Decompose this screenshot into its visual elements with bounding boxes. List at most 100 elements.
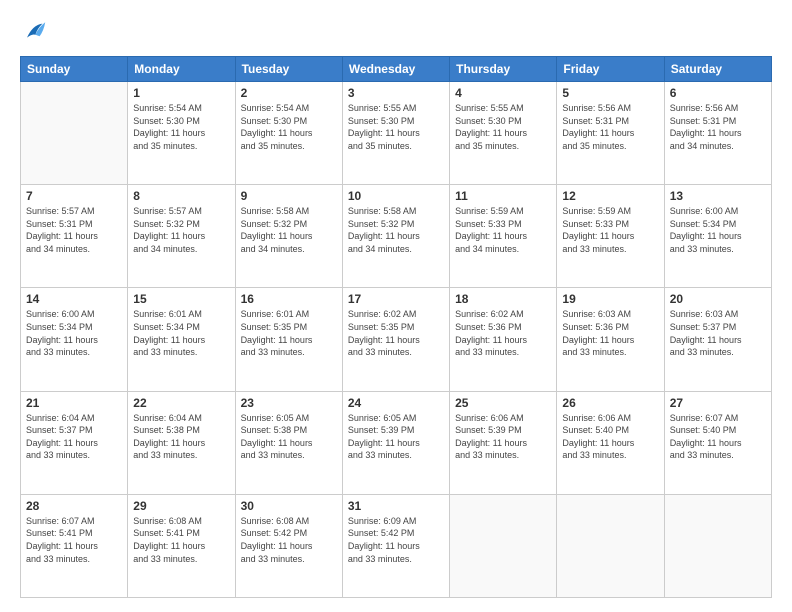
calendar-cell: 10Sunrise: 5:58 AM Sunset: 5:32 PM Dayli… [342, 185, 449, 288]
day-number: 15 [133, 292, 229, 306]
day-info: Sunrise: 5:54 AM Sunset: 5:30 PM Dayligh… [133, 102, 229, 152]
day-info: Sunrise: 5:59 AM Sunset: 5:33 PM Dayligh… [455, 205, 551, 255]
day-info: Sunrise: 6:02 AM Sunset: 5:36 PM Dayligh… [455, 308, 551, 358]
calendar-cell: 7 Sunrise: 5:57 AM Sunset: 5:31 PM Daylig… [21, 185, 128, 288]
calendar-cell [664, 494, 771, 597]
day-number: 3 [348, 86, 444, 100]
day-info: Sunrise: 6:07 AM Sunset: 5:40 PM Dayligh… [670, 412, 766, 462]
calendar-table: SundayMondayTuesdayWednesdayThursdayFrid… [20, 56, 772, 598]
day-info: Sunrise: 6:02 AM Sunset: 5:35 PM Dayligh… [348, 308, 444, 358]
calendar-cell: 24 Sunrise: 6:05 AM Sunset: 5:39 PM Dayli… [342, 391, 449, 494]
calendar-week-1: 1 Sunrise: 5:54 AM Sunset: 5:30 PM Daylig… [21, 82, 772, 185]
calendar-cell [450, 494, 557, 597]
day-number: 6 [670, 86, 766, 100]
calendar-cell: 23Sunrise: 6:05 AM Sunset: 5:38 PM Dayli… [235, 391, 342, 494]
day-number: 7 [26, 189, 122, 203]
day-number: 26 [562, 396, 658, 410]
day-info: Sunrise: 5:55 AM Sunset: 5:30 PM Dayligh… [455, 102, 551, 152]
header [20, 18, 772, 46]
day-number: 1 [133, 86, 229, 100]
calendar-cell: 1 Sunrise: 5:54 AM Sunset: 5:30 PM Daylig… [128, 82, 235, 185]
weekday-header-monday: Monday [128, 57, 235, 82]
calendar-cell: 4 Sunrise: 5:55 AM Sunset: 5:30 PM Daylig… [450, 82, 557, 185]
calendar-cell: 5 Sunrise: 5:56 AM Sunset: 5:31 PM Daylig… [557, 82, 664, 185]
day-info: Sunrise: 5:56 AM Sunset: 5:31 PM Dayligh… [670, 102, 766, 152]
day-number: 28 [26, 499, 122, 513]
calendar-cell: 28 Sunrise: 6:07 AM Sunset: 5:41 PM Dayli… [21, 494, 128, 597]
calendar-cell: 3 Sunrise: 5:55 AM Sunset: 5:30 PM Daylig… [342, 82, 449, 185]
day-info: Sunrise: 5:58 AM Sunset: 5:32 PM Dayligh… [241, 205, 337, 255]
day-number: 12 [562, 189, 658, 203]
calendar-cell: 11 Sunrise: 5:59 AM Sunset: 5:33 PM Dayli… [450, 185, 557, 288]
weekday-header-tuesday: Tuesday [235, 57, 342, 82]
day-info: Sunrise: 5:55 AM Sunset: 5:30 PM Dayligh… [348, 102, 444, 152]
calendar-cell: 14 Sunrise: 6:00 AM Sunset: 5:34 PM Dayli… [21, 288, 128, 391]
calendar-cell: 12 Sunrise: 5:59 AM Sunset: 5:33 PM Dayli… [557, 185, 664, 288]
day-info: Sunrise: 6:00 AM Sunset: 5:34 PM Dayligh… [26, 308, 122, 358]
calendar-cell: 21 Sunrise: 6:04 AM Sunset: 5:37 PM Dayli… [21, 391, 128, 494]
day-number: 23 [241, 396, 337, 410]
day-info: Sunrise: 5:57 AM Sunset: 5:31 PM Dayligh… [26, 205, 122, 255]
day-number: 2 [241, 86, 337, 100]
day-number: 21 [26, 396, 122, 410]
day-info: Sunrise: 6:03 AM Sunset: 5:36 PM Dayligh… [562, 308, 658, 358]
calendar-cell: 30Sunrise: 6:08 AM Sunset: 5:42 PM Dayli… [235, 494, 342, 597]
day-number: 31 [348, 499, 444, 513]
calendar-cell: 15 Sunrise: 6:01 AM Sunset: 5:34 PM Dayli… [128, 288, 235, 391]
logo-bird-icon [20, 18, 48, 46]
calendar-cell: 2Sunrise: 5:54 AM Sunset: 5:30 PM Daylig… [235, 82, 342, 185]
calendar-cell: 8Sunrise: 5:57 AM Sunset: 5:32 PM Daylig… [128, 185, 235, 288]
calendar-cell: 31 Sunrise: 6:09 AM Sunset: 5:42 PM Dayli… [342, 494, 449, 597]
day-info: Sunrise: 6:01 AM Sunset: 5:34 PM Dayligh… [133, 308, 229, 358]
calendar-cell: 19 Sunrise: 6:03 AM Sunset: 5:36 PM Dayli… [557, 288, 664, 391]
weekday-header-wednesday: Wednesday [342, 57, 449, 82]
calendar-week-5: 28 Sunrise: 6:07 AM Sunset: 5:41 PM Dayli… [21, 494, 772, 597]
calendar-cell: 26Sunrise: 6:06 AM Sunset: 5:40 PM Dayli… [557, 391, 664, 494]
calendar-cell: 27 Sunrise: 6:07 AM Sunset: 5:40 PM Dayli… [664, 391, 771, 494]
day-info: Sunrise: 6:09 AM Sunset: 5:42 PM Dayligh… [348, 515, 444, 565]
day-number: 24 [348, 396, 444, 410]
calendar-cell: 25 Sunrise: 6:06 AM Sunset: 5:39 PM Dayli… [450, 391, 557, 494]
day-number: 25 [455, 396, 551, 410]
day-number: 18 [455, 292, 551, 306]
day-info: Sunrise: 6:04 AM Sunset: 5:37 PM Dayligh… [26, 412, 122, 462]
calendar-cell: 17 Sunrise: 6:02 AM Sunset: 5:35 PM Dayli… [342, 288, 449, 391]
weekday-header-sunday: Sunday [21, 57, 128, 82]
calendar-cell: 9 Sunrise: 5:58 AM Sunset: 5:32 PM Daylig… [235, 185, 342, 288]
logo [20, 18, 52, 46]
day-info: Sunrise: 6:04 AM Sunset: 5:38 PM Dayligh… [133, 412, 229, 462]
day-info: Sunrise: 6:08 AM Sunset: 5:41 PM Dayligh… [133, 515, 229, 565]
weekday-header-saturday: Saturday [664, 57, 771, 82]
day-info: Sunrise: 6:07 AM Sunset: 5:41 PM Dayligh… [26, 515, 122, 565]
calendar-cell [21, 82, 128, 185]
day-number: 30 [241, 499, 337, 513]
calendar-cell: 16Sunrise: 6:01 AM Sunset: 5:35 PM Dayli… [235, 288, 342, 391]
calendar-cell: 18 Sunrise: 6:02 AM Sunset: 5:36 PM Dayli… [450, 288, 557, 391]
day-number: 20 [670, 292, 766, 306]
day-number: 16 [241, 292, 337, 306]
calendar-cell [557, 494, 664, 597]
day-number: 4 [455, 86, 551, 100]
day-info: Sunrise: 5:59 AM Sunset: 5:33 PM Dayligh… [562, 205, 658, 255]
day-info: Sunrise: 6:03 AM Sunset: 5:37 PM Dayligh… [670, 308, 766, 358]
calendar-page: SundayMondayTuesdayWednesdayThursdayFrid… [0, 0, 792, 612]
day-number: 17 [348, 292, 444, 306]
calendar-week-2: 7 Sunrise: 5:57 AM Sunset: 5:31 PM Daylig… [21, 185, 772, 288]
day-number: 8 [133, 189, 229, 203]
weekday-header-row: SundayMondayTuesdayWednesdayThursdayFrid… [21, 57, 772, 82]
day-info: Sunrise: 5:56 AM Sunset: 5:31 PM Dayligh… [562, 102, 658, 152]
calendar-week-4: 21 Sunrise: 6:04 AM Sunset: 5:37 PM Dayli… [21, 391, 772, 494]
day-number: 27 [670, 396, 766, 410]
day-number: 19 [562, 292, 658, 306]
weekday-header-friday: Friday [557, 57, 664, 82]
day-number: 5 [562, 86, 658, 100]
day-number: 14 [26, 292, 122, 306]
day-info: Sunrise: 6:05 AM Sunset: 5:39 PM Dayligh… [348, 412, 444, 462]
day-info: Sunrise: 6:00 AM Sunset: 5:34 PM Dayligh… [670, 205, 766, 255]
calendar-cell: 20 Sunrise: 6:03 AM Sunset: 5:37 PM Dayli… [664, 288, 771, 391]
calendar-cell: 22 Sunrise: 6:04 AM Sunset: 5:38 PM Dayli… [128, 391, 235, 494]
day-number: 9 [241, 189, 337, 203]
day-info: Sunrise: 6:06 AM Sunset: 5:39 PM Dayligh… [455, 412, 551, 462]
day-number: 11 [455, 189, 551, 203]
day-number: 22 [133, 396, 229, 410]
